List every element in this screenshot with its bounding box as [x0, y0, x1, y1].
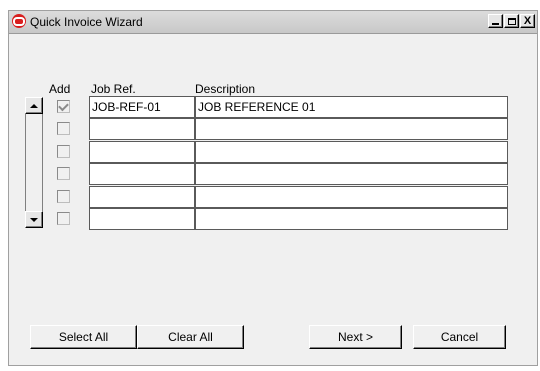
maximize-button[interactable]: [504, 14, 519, 28]
description-field-row-4[interactable]: [195, 163, 508, 185]
clear-all-button[interactable]: Clear All: [137, 325, 244, 349]
cancel-button[interactable]: Cancel: [413, 325, 506, 349]
column-header-add: Add: [49, 82, 71, 96]
minimize-button[interactable]: [488, 14, 503, 28]
app-icon: [12, 14, 26, 28]
job-ref-field-row-4[interactable]: [89, 163, 195, 185]
add-checkbox-row-2[interactable]: [57, 122, 70, 135]
checkmark-icon: [58, 100, 69, 111]
add-checkbox-row-6[interactable]: [57, 212, 70, 225]
row-scrollbar[interactable]: [25, 97, 43, 228]
scroll-down-button[interactable]: [25, 211, 43, 228]
add-checkbox-row-5[interactable]: [57, 190, 70, 203]
arrow-down-icon: [30, 217, 38, 222]
select-all-button[interactable]: Select All: [30, 325, 137, 349]
next-button[interactable]: Next >: [309, 325, 402, 349]
job-ref-field-row-6[interactable]: [89, 208, 195, 230]
minimize-icon: [492, 23, 499, 25]
arrow-up-icon: [30, 103, 38, 108]
description-field-row-6[interactable]: [195, 208, 508, 230]
add-checkbox-row-1[interactable]: [57, 100, 70, 113]
title-bar[interactable]: Quick Invoice Wizard X: [9, 11, 537, 34]
close-button[interactable]: X: [520, 14, 535, 28]
job-ref-field-row-5[interactable]: [89, 186, 195, 208]
job-ref-field-row-3[interactable]: [89, 141, 195, 163]
window-title: Quick Invoice Wizard: [30, 15, 143, 29]
add-checkbox-row-3[interactable]: [57, 145, 70, 158]
description-field-row-3[interactable]: [195, 141, 508, 163]
column-header-description: Description: [195, 82, 256, 96]
close-icon: X: [523, 14, 532, 27]
description-field-row-1[interactable]: JOB REFERENCE 01: [195, 96, 508, 118]
description-field-row-2[interactable]: [195, 118, 508, 140]
job-ref-field-row-1[interactable]: JOB-REF-01: [89, 96, 195, 118]
quick-invoice-wizard-window: Quick Invoice Wizard X Add Job Ref. Desc…: [8, 10, 538, 366]
maximize-icon: [507, 17, 516, 25]
job-ref-field-row-2[interactable]: [89, 118, 195, 140]
description-field-row-5[interactable]: [195, 186, 508, 208]
add-checkbox-row-4[interactable]: [57, 167, 70, 180]
scroll-up-button[interactable]: [25, 97, 43, 114]
column-header-job-ref: Job Ref.: [91, 82, 136, 96]
